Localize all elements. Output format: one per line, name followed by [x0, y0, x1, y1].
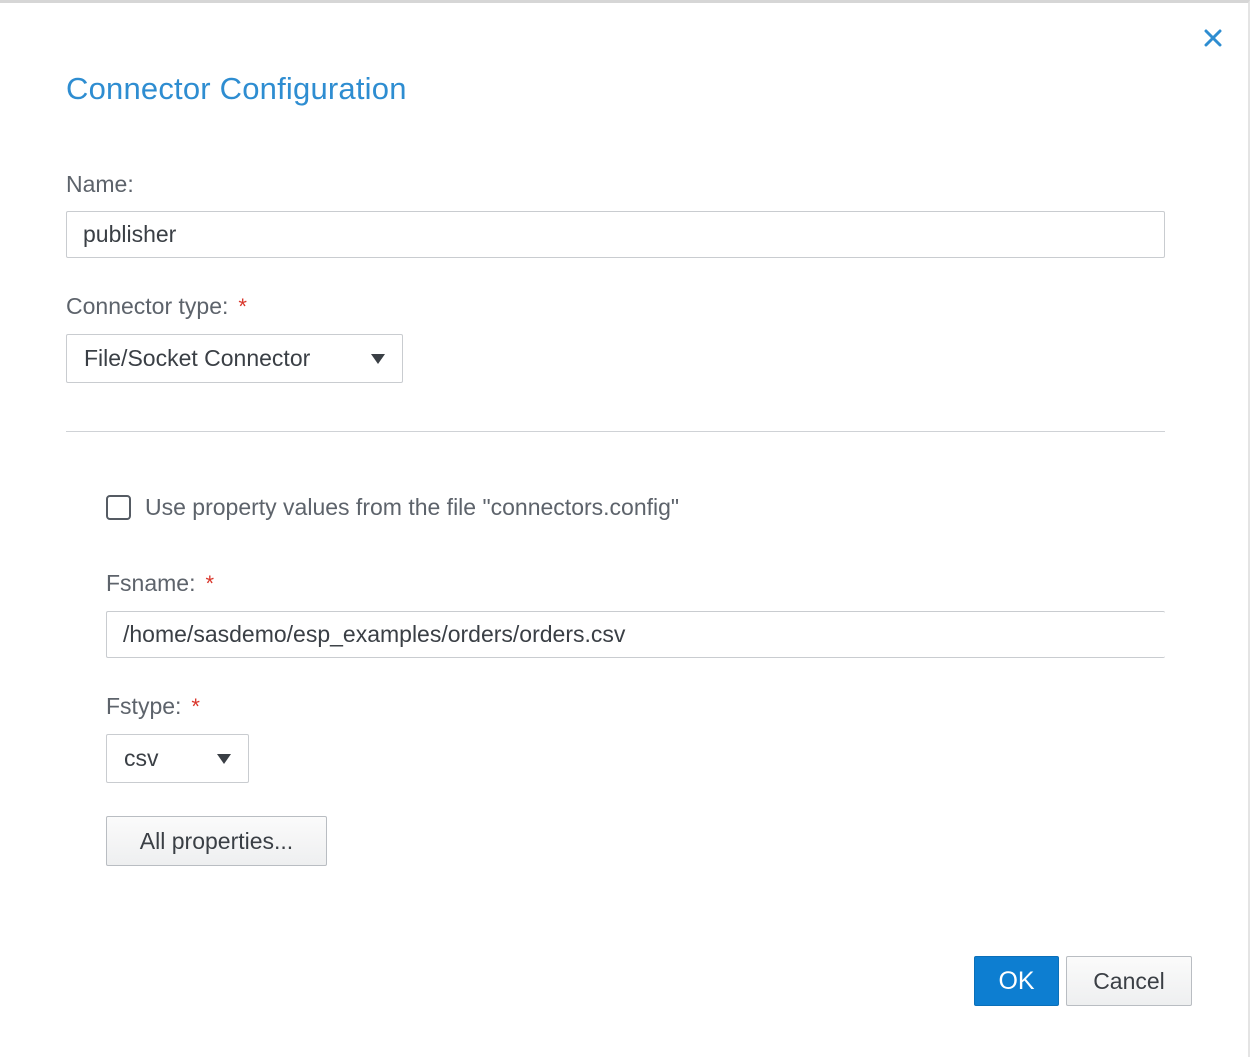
cancel-button[interactable]: Cancel [1066, 956, 1192, 1006]
all-properties-button[interactable]: All properties... [106, 816, 327, 866]
dropdown-arrow-icon [216, 753, 232, 765]
fsname-label-text: Fsname: [106, 570, 196, 596]
required-marker: * [238, 294, 247, 319]
fstype-label: Fstype: * [106, 693, 200, 720]
fstype-value: csv [124, 745, 159, 771]
fstype-label-text: Fstype: [106, 693, 182, 719]
dialog-title: Connector Configuration [66, 71, 407, 106]
fstype-select[interactable]: csv [106, 734, 249, 783]
connector-type-select[interactable]: File/Socket Connector [66, 334, 403, 383]
connector-type-label: Connector type: * [66, 293, 247, 320]
connector-configuration-dialog: Connector Configuration Name: Connector … [0, 0, 1250, 1057]
fsname-label: Fsname: * [106, 570, 214, 597]
connector-type-label-text: Connector type: [66, 293, 229, 319]
required-marker: * [205, 571, 215, 596]
use-config-checkbox-row[interactable]: Use property values from the file "conne… [106, 494, 679, 521]
name-label-text: Name: [66, 171, 134, 197]
ok-button[interactable]: OK [974, 956, 1059, 1006]
use-config-checkbox[interactable] [106, 495, 131, 520]
name-input[interactable] [66, 211, 1165, 258]
connector-type-value: File/Socket Connector [84, 345, 311, 371]
name-label: Name: [66, 171, 134, 198]
use-config-label: Use property values from the file "conne… [145, 494, 680, 520]
close-icon [1204, 29, 1222, 47]
close-button[interactable] [1200, 25, 1226, 51]
section-divider [66, 431, 1165, 432]
dropdown-arrow-icon [370, 353, 386, 365]
required-marker: * [191, 694, 200, 719]
fsname-input[interactable] [106, 611, 1165, 658]
